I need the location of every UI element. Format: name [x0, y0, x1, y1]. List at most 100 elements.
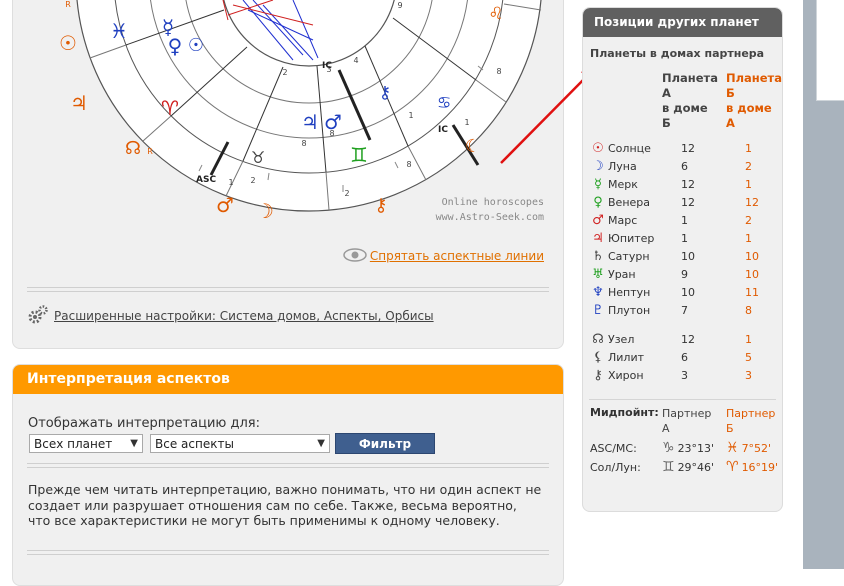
- positions-subtitle: Планеты в домах партнера: [590, 47, 765, 60]
- planet-icon: ♆: [592, 285, 604, 300]
- venus-glyph-outer: ♀: [168, 34, 183, 58]
- cancer-sign-glyph: ♋: [437, 93, 451, 112]
- taurus-sign-glyph: ♉: [251, 148, 265, 167]
- aspects-interpretation-panel: Интерпретация аспектов Отображать интерп…: [12, 364, 564, 586]
- planet-name: Луна: [608, 160, 637, 173]
- house-a: 12: [681, 333, 695, 346]
- svg-text:1: 1: [408, 111, 413, 120]
- planet-name: Марс: [608, 214, 638, 227]
- intro-text: Прежде чем читать интерпретацию, важно п…: [28, 482, 542, 528]
- house-b: 10: [745, 250, 759, 263]
- house-b: 11: [745, 286, 759, 299]
- planet-icon: ♇: [592, 303, 604, 318]
- house-b: 2: [745, 214, 752, 227]
- planet-name: Мерк: [608, 178, 638, 191]
- planets-select[interactable]: Всех планет ▼: [29, 434, 143, 453]
- svg-text:1: 1: [228, 178, 233, 187]
- house-b: 10: [745, 268, 759, 281]
- planet-name: Уран: [608, 268, 636, 281]
- house-b: 1: [745, 178, 752, 191]
- planet-icon: ☉: [592, 141, 604, 156]
- eye-icon[interactable]: [343, 248, 367, 262]
- planet-name: Солнце: [608, 142, 651, 155]
- moon-glyph-edge: ☾: [465, 136, 481, 157]
- house-a: 6: [681, 351, 688, 364]
- svg-text:1: 1: [464, 118, 469, 127]
- planet-name: Венера: [608, 196, 650, 209]
- house-b: 1: [745, 333, 752, 346]
- midpoint-value-b: ♓ 7°52': [726, 440, 772, 456]
- zodiac-sign-icon: ♊: [662, 459, 675, 475]
- house-a: 9: [681, 268, 688, 281]
- svg-text:R: R: [65, 0, 71, 9]
- midpoint-row-label: Сол/Лун:: [590, 461, 641, 474]
- midpoint-col-a: Партнер A: [662, 407, 712, 435]
- leo-sign-glyph: ♌: [488, 4, 503, 24]
- planet-name: Лилит: [608, 351, 645, 364]
- planet-icon: ⚸: [593, 350, 603, 365]
- midpoint-value-a: ♊ 29°46': [662, 459, 715, 475]
- svg-text:4: 4: [353, 56, 358, 65]
- planet-name: Сатурн: [608, 250, 650, 263]
- separator: [589, 399, 776, 400]
- house-a: 1: [681, 232, 688, 245]
- house-a: 3: [681, 369, 688, 382]
- planet-name: Узел: [608, 333, 635, 346]
- hide-aspect-lines-link[interactable]: Спрятать аспектные линии: [370, 249, 544, 263]
- pisces-sign-glyph: ♓: [110, 19, 128, 43]
- house-a: 7: [681, 304, 688, 317]
- midpoint-col-b: Партнер Б: [726, 407, 776, 435]
- planet-name: Нептун: [608, 286, 651, 299]
- separator: [27, 463, 549, 468]
- midpoint-label: Мидпойнт:: [590, 406, 659, 419]
- ic-label: IC: [322, 61, 332, 71]
- house-b: 2: [745, 160, 752, 173]
- house-b: 1: [745, 232, 752, 245]
- show-interpretation-label: Отображать интерпретацию для:: [28, 416, 260, 431]
- advanced-settings-link[interactable]: Расширенные настройки: Система домов, Ас…: [54, 309, 434, 323]
- scrollbar-blank-area: [816, 0, 844, 101]
- house-b: 12: [745, 196, 759, 209]
- aspects-select-value: Все аспекты: [155, 437, 234, 451]
- planet-icon: ☊: [592, 332, 604, 347]
- svg-text:8: 8: [406, 160, 411, 169]
- watermark-line1: Online horoscopes: [441, 197, 544, 208]
- midpoint-row-label: ASC/MC:: [590, 442, 637, 455]
- svg-text:2: 2: [344, 189, 349, 198]
- house-b: 3: [745, 369, 752, 382]
- planet-icon: ⚷: [593, 368, 603, 383]
- planet-icon: ♅: [592, 267, 604, 282]
- house-a: 12: [681, 142, 695, 155]
- aspects-select[interactable]: Все аспекты ▼: [150, 434, 330, 453]
- chiron-glyph-outer: ⚷: [374, 195, 387, 216]
- planet-icon: ♂: [592, 213, 604, 228]
- house-b: 8: [745, 304, 752, 317]
- ic2-label: IC: [438, 125, 448, 135]
- house-a: 1: [681, 214, 688, 227]
- planet-icon: ♃: [592, 231, 604, 246]
- gears-icon: [28, 305, 48, 324]
- chiron-glyph-inner: ⚷: [379, 83, 391, 103]
- separator: [27, 550, 549, 555]
- house-a: 6: [681, 160, 688, 173]
- zodiac-sign-icon: ♈: [726, 459, 739, 475]
- house-b: 5: [745, 351, 752, 364]
- svg-text:9: 9: [397, 1, 402, 10]
- house-a: 10: [681, 286, 695, 299]
- midpoint-value-a: ♑ 23°13': [662, 440, 715, 456]
- svg-text:8: 8: [329, 129, 334, 138]
- planet-icon: ☿: [594, 177, 602, 192]
- chevron-down-icon: ▼: [130, 438, 138, 449]
- asc-label: ASC: [196, 175, 216, 185]
- jupiter-glyph-inner: ♃: [301, 110, 319, 134]
- house-b: 1: [745, 142, 752, 155]
- house-a: 12: [681, 196, 695, 209]
- house-a: 10: [681, 250, 695, 263]
- house-a: 12: [681, 178, 695, 191]
- planets-select-value: Всех планет: [34, 437, 113, 451]
- planet-positions-panel: Позиции других планет Планеты в домах па…: [582, 7, 783, 512]
- svg-text:R: R: [147, 147, 153, 156]
- planet-name: Хирон: [608, 369, 644, 382]
- sun-glyph-blue: ☉: [188, 35, 204, 56]
- filter-button[interactable]: Фильтр: [335, 433, 435, 454]
